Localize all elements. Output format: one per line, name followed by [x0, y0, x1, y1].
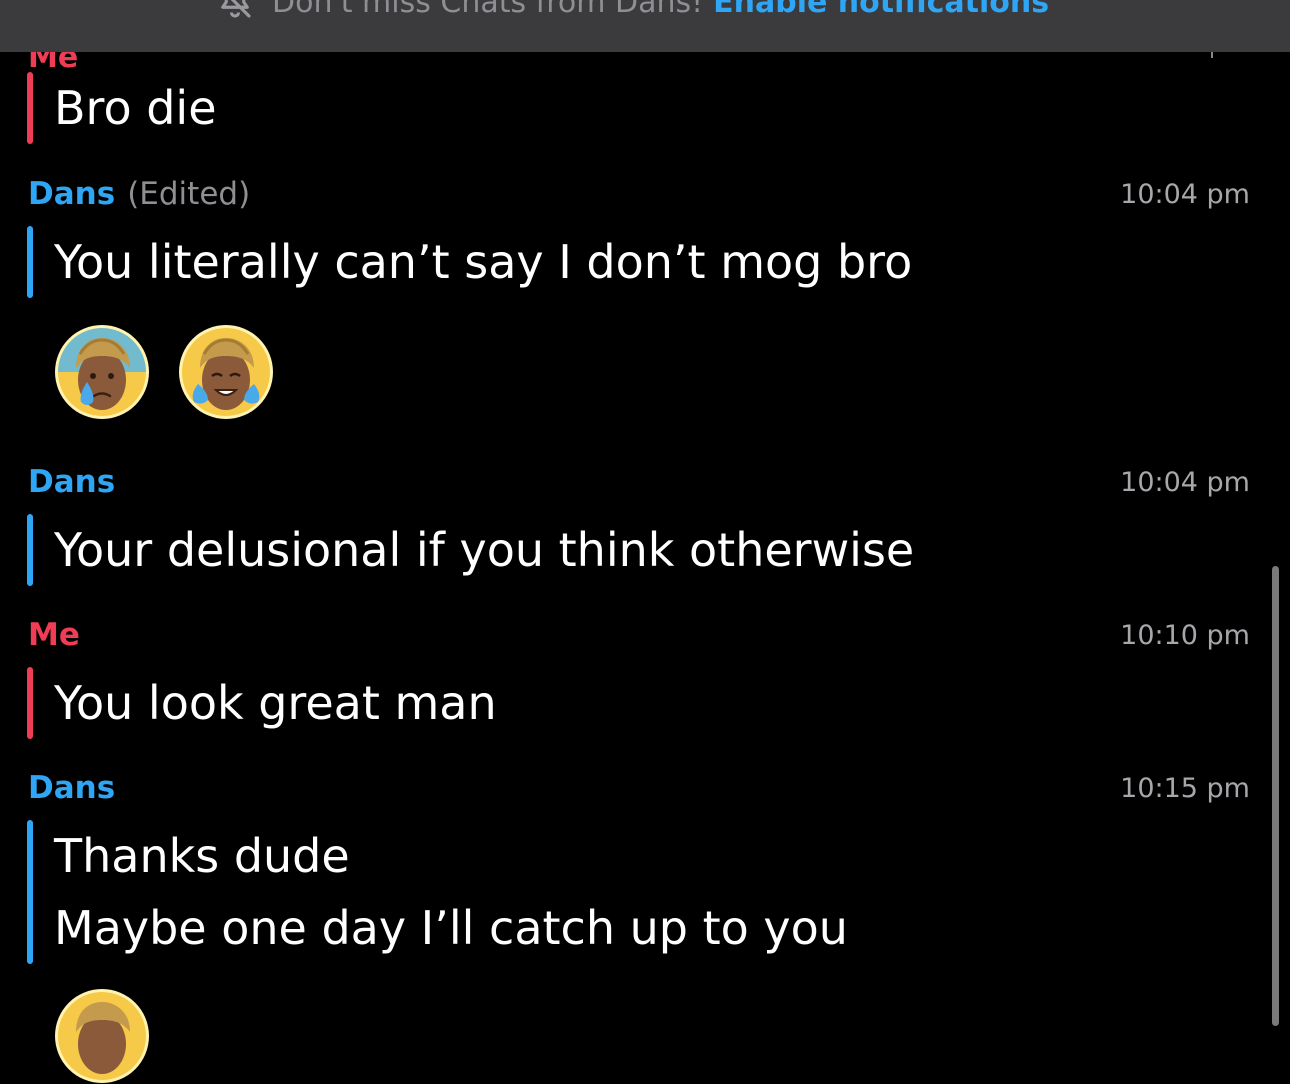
sender-bar-friend [27, 514, 33, 586]
message-previous[interactable]: Bro die [27, 72, 1250, 144]
previous-timestamp-fragment [1211, 52, 1213, 58]
message-bubble[interactable]: Thanks dude Maybe one day I’ll catch up … [27, 820, 1250, 964]
message-bubble[interactable]: You look great man [27, 667, 1250, 739]
message-time: 10:10 pm [1120, 619, 1250, 651]
sender-name[interactable]: Dans [28, 464, 115, 500]
message-header: Me 10:10 pm [28, 615, 1250, 655]
message-text: Bro die [54, 81, 217, 135]
laughing-crying-bitmoji-avatar-icon[interactable] [178, 324, 274, 420]
sender-name[interactable]: Dans [28, 176, 115, 212]
message-text: Maybe one day I’ll catch up to you [54, 901, 848, 955]
sender-name[interactable]: Dans [28, 770, 115, 806]
crying-bitmoji-avatar-icon[interactable] [54, 324, 150, 420]
message-text: Your delusional if you think otherwise [54, 523, 915, 577]
notification-banner-content: Don't miss Chats from Dans! Enable notif… [214, 0, 1049, 23]
bell-off-icon [221, 0, 251, 18]
message-time: 10:04 pm [1120, 466, 1250, 498]
message-bubble[interactable]: You literally can’t say I don’t mog bro [27, 226, 1250, 298]
message-text: You look great man [54, 676, 497, 730]
message-header: Dans 10:15 pm [28, 768, 1250, 808]
notification-banner-text: Don't miss Chats from Dans! [272, 0, 704, 20]
message-time: 10:04 pm [1120, 178, 1250, 210]
enable-notifications-link[interactable]: Enable notifications [713, 0, 1049, 20]
sender-bar-friend [27, 820, 33, 964]
sender-bar-me [27, 667, 33, 739]
sender-bar-me [27, 72, 33, 144]
message-text: Thanks dude [54, 829, 350, 883]
message-header: Dans (Edited) 10:04 pm [28, 174, 1250, 214]
message-time: 10:15 pm [1120, 772, 1250, 804]
reaction-list [54, 324, 274, 420]
edited-label: (Edited) [127, 176, 251, 212]
sender-name[interactable]: Me [28, 617, 80, 653]
message-bubble[interactable]: Your delusional if you think otherwise [27, 514, 1250, 586]
bitmoji-avatar-icon[interactable] [54, 988, 150, 1084]
message-text: You literally can’t say I don’t mog bro [54, 235, 913, 289]
notification-banner: Don't miss Chats from Dans! Enable notif… [0, 0, 1290, 52]
scrollbar-thumb[interactable] [1272, 566, 1279, 1026]
message-header: Dans 10:04 pm [28, 462, 1250, 502]
sender-bar-friend [27, 226, 33, 298]
